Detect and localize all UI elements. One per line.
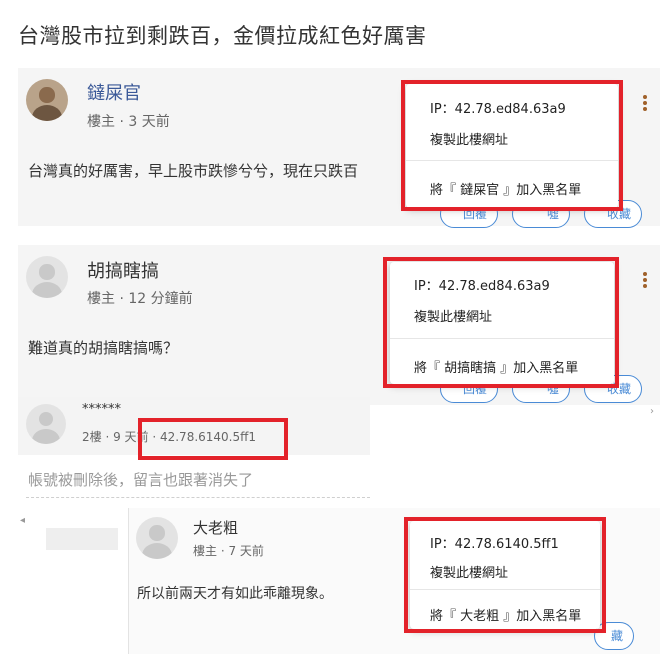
post-content: 台灣真的好厲害，早上股市跌慘兮兮，現在只跌百 [28,162,359,180]
favorite-button[interactable]: 藏 [594,622,634,650]
post-context-menu: IP：42.78.ed84.63a9 複製此樓網址 將『 鐽屎官 』加入黑名單 [406,84,618,208]
reply-row [18,397,370,455]
ip-address: IP：42.78.ed84.63a9 [430,102,566,117]
avatar-body-shape [31,105,63,121]
avatar[interactable] [26,79,68,121]
avatar-head-shape [39,87,55,103]
scroll-right-icon[interactable]: › [650,406,654,417]
reply-meta: 2樓 · 9 天前 · 42.78.6140.5ff1 [82,430,257,444]
nested-meta: 樓主 · 7 天前 [193,544,264,558]
placeholder-block [46,528,118,550]
avatar-body-shape [31,282,63,298]
divider [26,497,370,498]
post-context-menu: IP：42.78.6140.5ff1 複製此樓網址 將『 大老粗 』加入黑名單 [410,521,600,629]
nested-content: 所以前兩天才有如此乖離現象。 [137,586,333,602]
post-meta: 樓主 · 12 分鐘前 [87,291,193,307]
page-title: 台灣股市拉到剩跌百，金價拉成紅色好厲害 [18,24,427,48]
avatar-head-shape [149,525,165,541]
avatar-head-shape [38,412,54,427]
ip-address: IP：42.78.6140.5ff1 [430,537,559,552]
menu-divider [410,589,600,590]
post-author[interactable]: 鐽屎官 [87,79,141,105]
post-meta: 樓主 · 3 天前 [87,114,170,130]
menu-divider [406,160,618,161]
copy-link-item[interactable]: 複製此樓網址 [410,562,600,581]
more-menu-icon[interactable] [643,95,647,111]
copy-link-item[interactable]: 複製此樓網址 [390,306,614,325]
nested-author[interactable]: 大老粗 [193,517,238,538]
copy-link-item[interactable]: 複製此樓網址 [406,129,618,148]
post-content: 難道真的胡搞瞎搞嗎？ [28,339,179,357]
block-user-item[interactable]: 將『 大老粗 』加入黑名單 [410,605,600,624]
avatar-head-shape [39,264,55,280]
reply-author: ****** [82,402,121,417]
avatar-body-shape [141,543,173,559]
menu-divider [390,338,614,339]
block-user-item[interactable]: 將『 鐽屎官 』加入黑名單 [406,179,618,198]
more-menu-icon[interactable] [643,272,647,288]
deleted-notice: 帳號被刪除後，留言也跟著消失了 [28,471,254,489]
avatar[interactable] [26,256,68,298]
post-context-menu: IP：42.78.ed84.63a9 複製此樓網址 將『 胡搞瞎搞 』加入黑名單 [390,262,614,384]
ip-address: IP：42.78.ed84.63a9 [414,279,550,294]
scroll-left-icon[interactable]: ◂ [20,515,25,526]
block-user-item[interactable]: 將『 胡搞瞎搞 』加入黑名單 [390,357,614,376]
avatar[interactable] [136,517,178,559]
avatar [26,404,66,444]
avatar-body-shape [31,428,61,444]
post-author[interactable]: 胡搞瞎搞 [87,257,159,283]
